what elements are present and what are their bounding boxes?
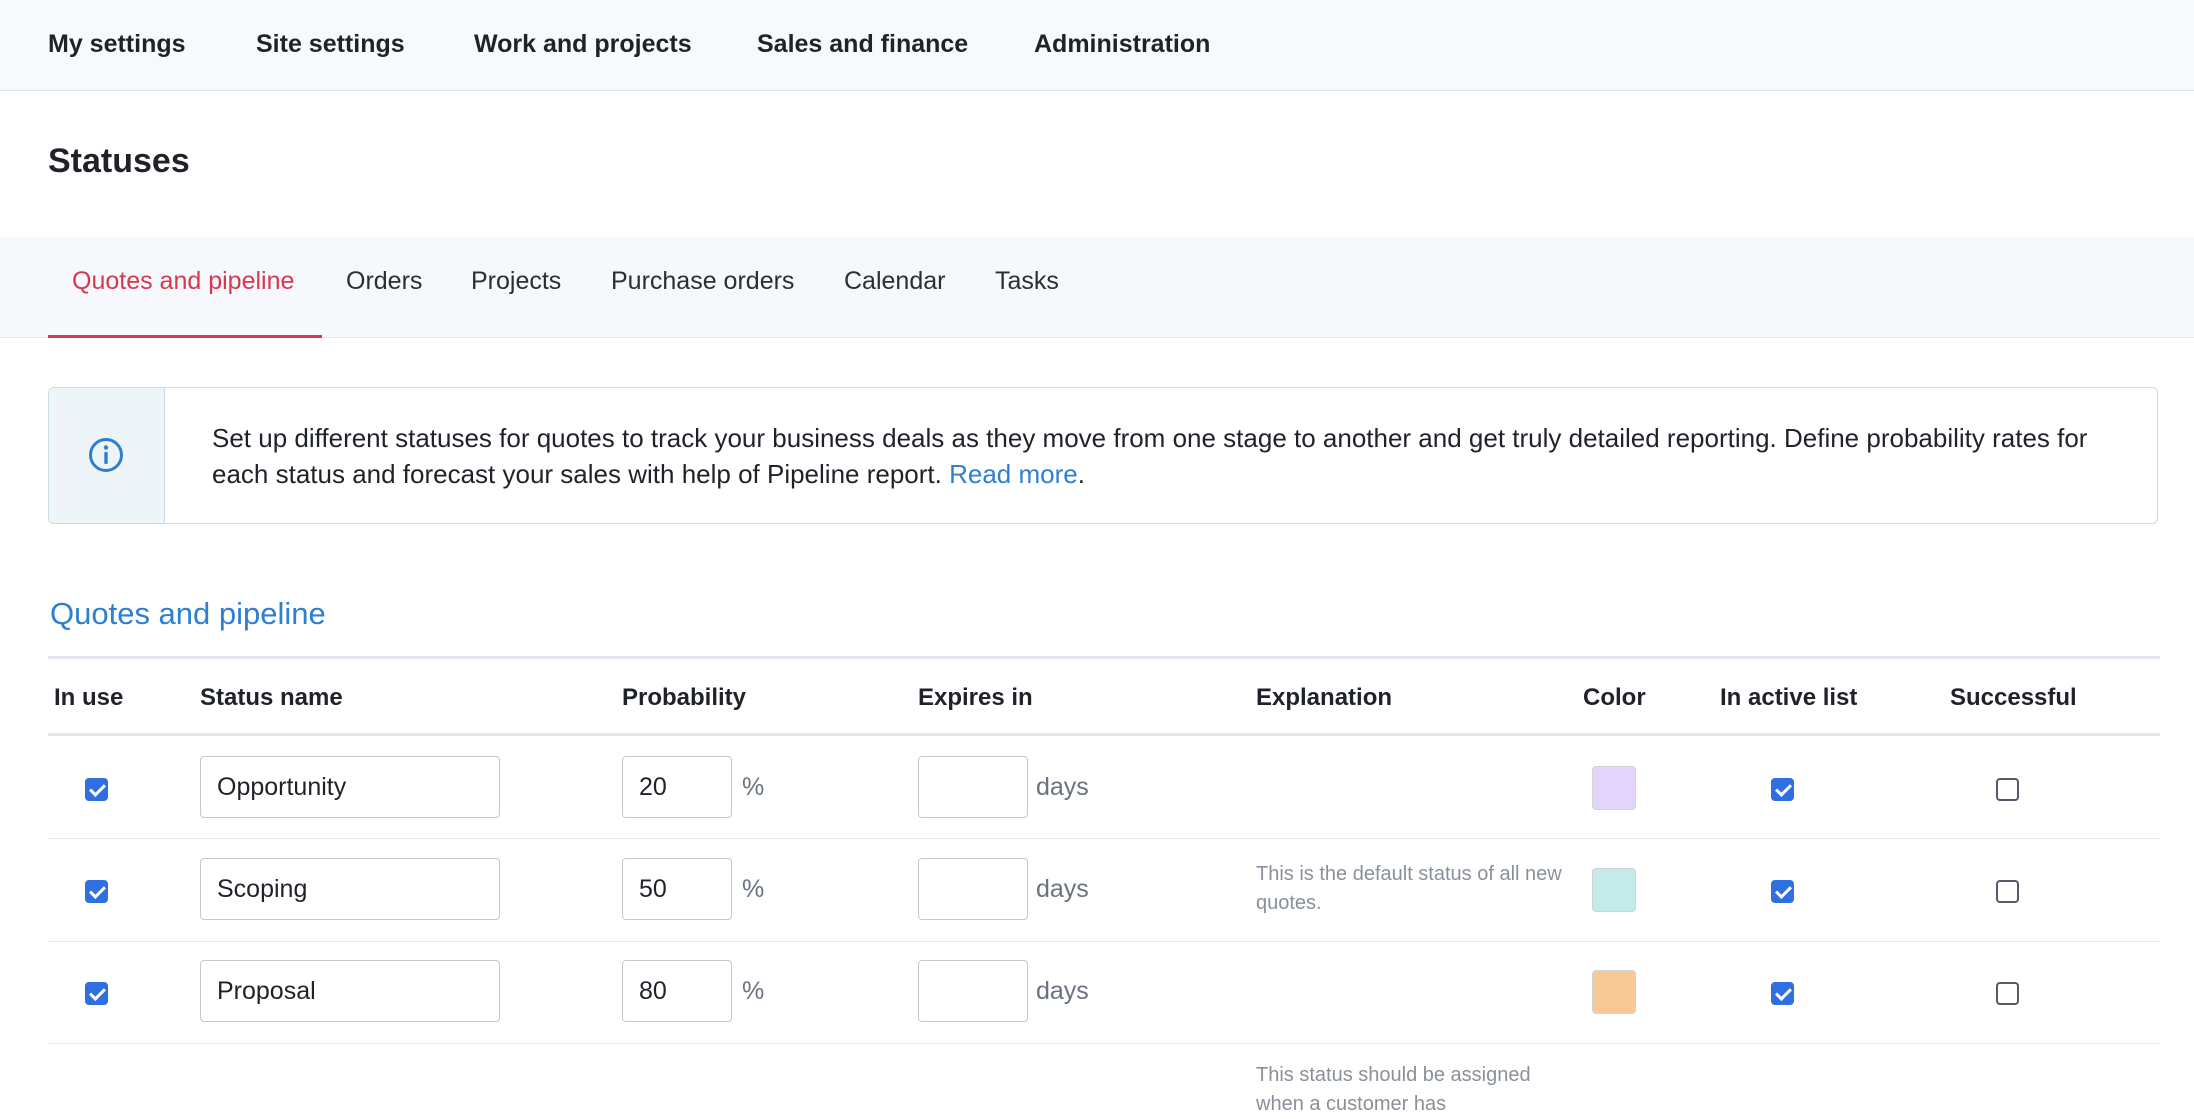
tab-bar: Quotes and pipeline Orders Projects Purc… [0,237,2194,338]
percent-unit: % [742,977,765,1005]
expires-input[interactable] [918,960,1028,1022]
explanation-text-partial: This status should be assigned when a cu… [1256,1064,1531,1115]
days-unit: days [1036,773,1089,801]
tab-projects[interactable]: Projects [471,267,561,296]
in-use-checkbox[interactable] [85,982,108,1005]
section-title: Quotes and pipeline [50,596,326,631]
page-title: Statuses [48,142,190,180]
info-circle-icon [89,438,123,472]
nav-site-settings[interactable]: Site settings [256,30,405,59]
tab-quotes-and-pipeline[interactable]: Quotes and pipeline [72,267,294,296]
percent-unit: % [742,773,765,801]
in-active-list-checkbox[interactable] [1771,982,1794,1005]
tab-purchase-orders[interactable]: Purchase orders [611,267,794,296]
in-active-list-checkbox[interactable] [1771,880,1794,903]
status-name-input[interactable] [200,756,500,818]
probability-input[interactable] [622,756,732,818]
col-expires-in: Expires in [918,684,1033,711]
expires-input[interactable] [918,756,1028,818]
status-name-input[interactable] [200,858,500,920]
successful-checkbox[interactable] [1996,982,2019,1005]
color-swatch[interactable] [1592,970,1636,1014]
col-status-name: Status name [200,684,343,711]
nav-work-and-projects[interactable]: Work and projects [474,30,692,59]
successful-checkbox[interactable] [1996,778,2019,801]
info-banner: Set up different statuses for quotes to … [48,387,2158,524]
in-use-checkbox[interactable] [85,880,108,903]
info-text: Set up different statuses for quotes to … [212,420,2112,492]
days-unit: days [1036,875,1089,903]
info-icon-cell [49,388,165,523]
probability-input[interactable] [622,858,732,920]
info-message: Set up different statuses for quotes to … [212,423,2088,489]
successful-checkbox[interactable] [1996,880,2019,903]
col-color: Color [1583,684,1646,711]
color-swatch[interactable] [1592,766,1636,810]
tab-tasks[interactable]: Tasks [995,267,1059,296]
top-navigation: My settings Site settings Work and proje… [0,0,2194,91]
probability-input[interactable] [622,960,732,1022]
col-explanation: Explanation [1256,684,1393,711]
col-probability: Probability [622,684,747,711]
in-active-list-checkbox[interactable] [1771,778,1794,801]
tab-calendar[interactable]: Calendar [844,267,945,296]
read-more-link[interactable]: Read more [949,459,1078,489]
color-swatch[interactable] [1592,868,1636,912]
nav-administration[interactable]: Administration [1034,30,1210,59]
nav-my-settings[interactable]: My settings [48,30,186,59]
col-in-active-list: In active list [1720,684,1858,711]
percent-unit: % [742,875,765,903]
expires-input[interactable] [918,858,1028,920]
table-top-rule [48,656,2160,659]
active-tab-indicator [48,335,322,338]
explanation-text: This is the default status of all new qu… [1256,863,1562,914]
col-successful: Successful [1950,684,2077,711]
tab-orders[interactable]: Orders [346,267,422,296]
col-in-use: In use [54,684,124,711]
in-use-checkbox[interactable] [85,778,108,801]
nav-sales-and-finance[interactable]: Sales and finance [757,30,968,59]
status-name-input[interactable] [200,960,500,1022]
days-unit: days [1036,977,1089,1005]
info-trailing: . [1077,459,1085,489]
